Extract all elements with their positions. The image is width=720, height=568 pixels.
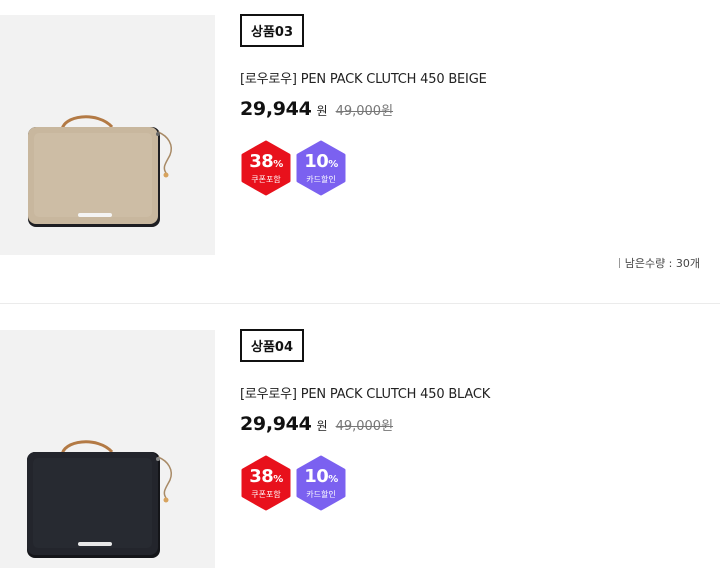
product-name[interactable]: [로우로우] PEN PACK CLUTCH 450 BLACK — [240, 383, 490, 402]
coupon-percent: 38% — [249, 466, 283, 487]
coupon-label: 쿠폰포함 — [251, 175, 281, 184]
original-price: 49,000원 — [335, 419, 394, 434]
card-percent: 10% — [304, 151, 338, 172]
product-image[interactable] — [0, 330, 215, 568]
discount-badges: 38% 쿠폰포함 10% 카드할인 — [240, 140, 347, 196]
original-price: 49,000원 — [335, 104, 394, 119]
product-number-badge: 상품03 — [240, 14, 304, 47]
stock-text: 남은수량 : 30개 — [624, 257, 700, 270]
product-name[interactable]: [로우로우] PEN PACK CLUTCH 450 BEIGE — [240, 68, 487, 87]
product-image[interactable] — [0, 15, 215, 255]
product-item[interactable]: 상품04 [로우로우] PEN PACK CLUTCH 450 BLACK 29… — [0, 315, 720, 568]
coupon-discount-badge: 38% 쿠폰포함 — [240, 140, 292, 196]
remaining-stock: 남은수량 : 30개 — [618, 255, 700, 271]
product-item[interactable]: 상품03 [로우로우] PEN PACK CLUTCH 450 BEIGE 29… — [0, 0, 720, 270]
currency-label: 원 — [316, 104, 328, 118]
card-percent: 10% — [304, 466, 338, 487]
price-row: 29,944 원 49,000원 — [240, 98, 393, 120]
pen-pack-beige-image — [28, 115, 172, 227]
price-row: 29,944 원 49,000원 — [240, 413, 393, 435]
sale-price: 29,944 — [240, 98, 312, 120]
separator — [618, 258, 620, 268]
currency-label: 원 — [316, 419, 328, 433]
card-label: 카드할인 — [306, 490, 336, 499]
discount-badges: 38% 쿠폰포함 10% 카드할인 — [240, 455, 347, 511]
coupon-label: 쿠폰포함 — [251, 490, 281, 499]
coupon-discount-badge: 38% 쿠폰포함 — [240, 455, 292, 511]
divider — [0, 303, 720, 304]
product-number-badge: 상품04 — [240, 329, 304, 362]
sale-price: 29,944 — [240, 413, 312, 435]
coupon-percent: 38% — [249, 151, 283, 172]
card-discount-badge: 10% 카드할인 — [295, 455, 347, 511]
card-discount-badge: 10% 카드할인 — [295, 140, 347, 196]
card-label: 카드할인 — [306, 175, 336, 184]
pen-pack-black-image — [27, 440, 172, 558]
